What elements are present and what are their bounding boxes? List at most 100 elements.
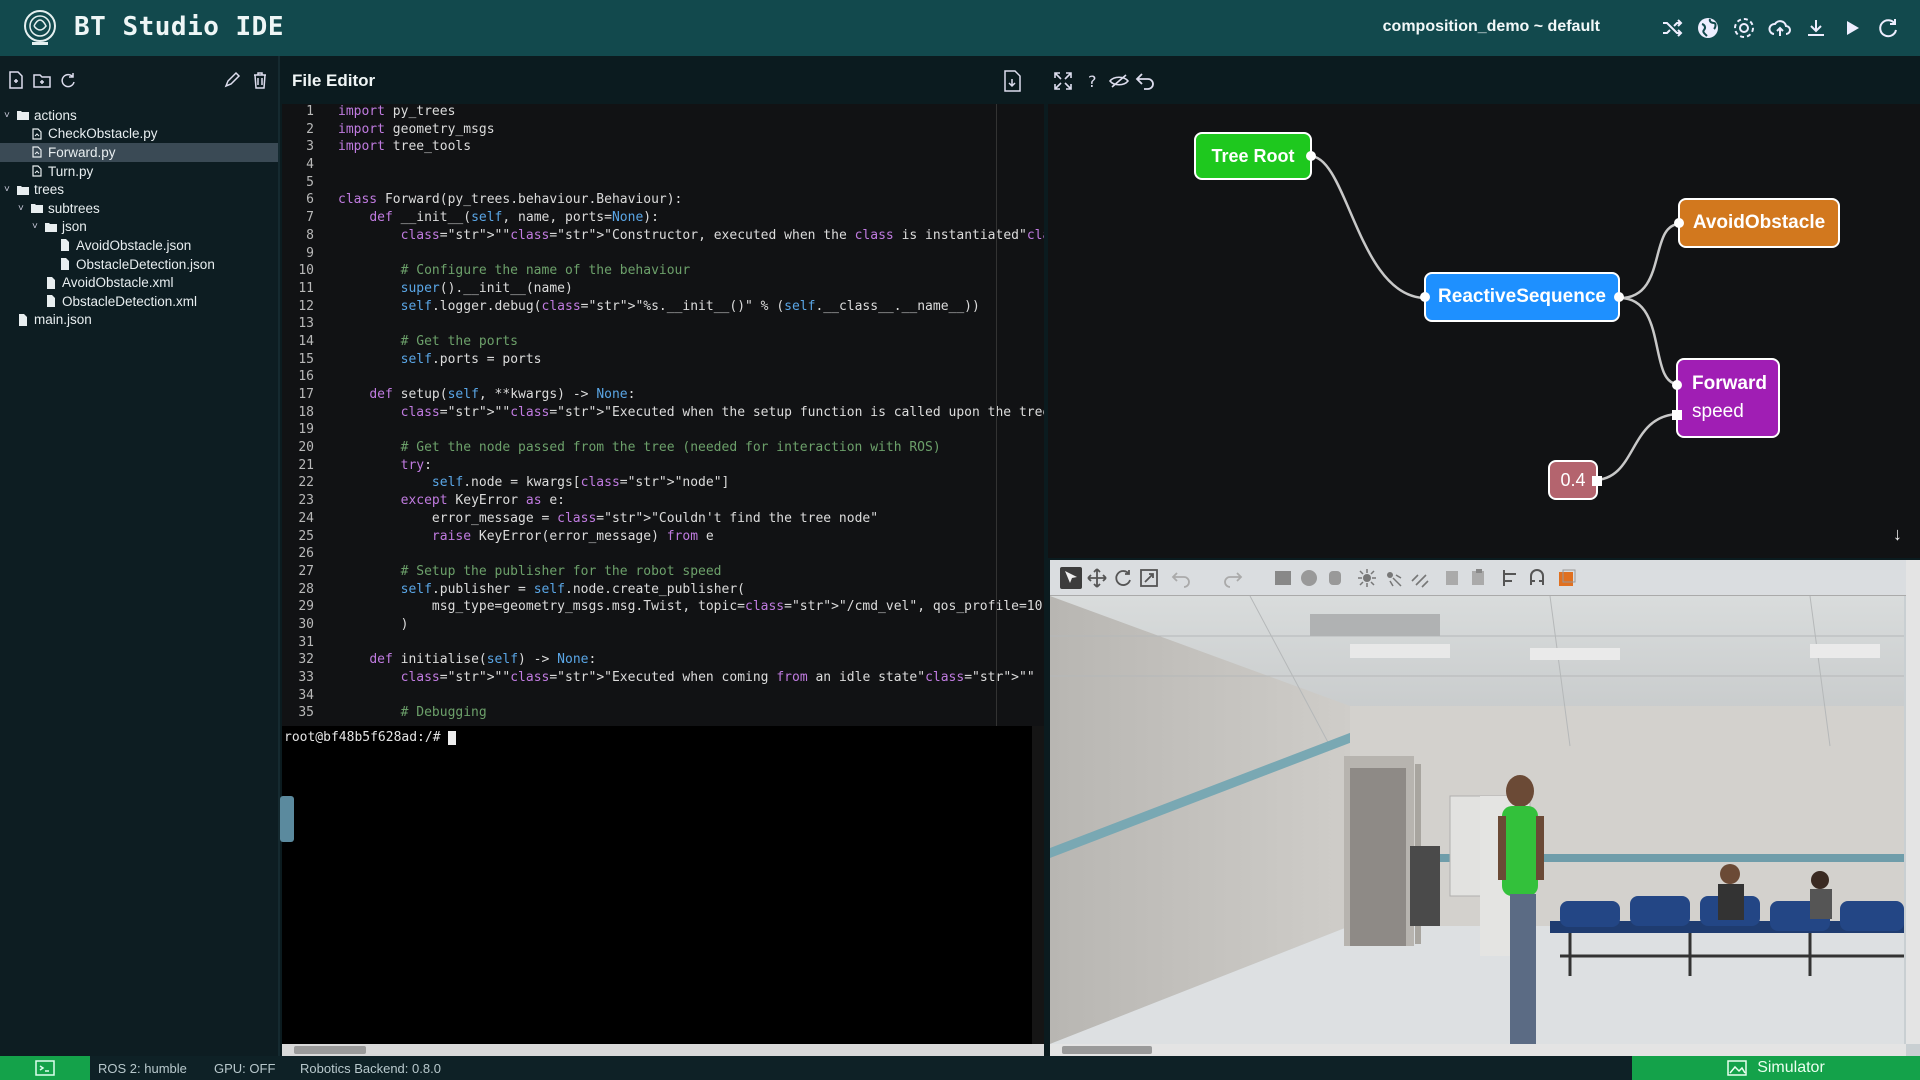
tree-file[interactable]: AvoidObstacle.json [0,236,278,255]
code-line: 12 self.logger.debug(class="str">"%s.__i… [282,299,1044,317]
save-file-icon[interactable] [1002,70,1022,92]
line-number: 6 [306,192,314,208]
avoid-obstacle-input-port[interactable] [1674,218,1684,228]
tree-file[interactable]: Turn.py [0,162,278,181]
line-number: 21 [298,457,314,473]
code-line: 1 import py_trees [282,104,1044,122]
box-shape-icon[interactable] [1272,567,1294,589]
scrollbar-thumb[interactable] [294,1046,366,1054]
rename-icon[interactable] [222,70,242,90]
new-folder-icon[interactable] [32,70,52,90]
editor-titlebar: File Editor [282,56,1044,104]
point-light-icon[interactable] [1356,567,1378,589]
line-number: 10 [298,263,314,279]
image-icon [1727,1060,1747,1076]
help-icon[interactable]: ? [1082,70,1104,92]
spot-light-icon[interactable] [1382,567,1404,589]
hide-icon[interactable] [1108,70,1130,92]
tree-root-output-port[interactable] [1306,151,1316,161]
globe-icon[interactable] [1696,12,1720,44]
project-name[interactable]: composition_demo ~ default [1383,18,1600,36]
simulator-vertical-scrollbar[interactable] [1906,560,1920,1044]
code-editor[interactable]: 1 import py_trees 2 import geometry_msgs 3 im… [282,104,1044,726]
chevron-down-icon: ˅ [4,184,10,196]
sphere-shape-icon[interactable] [1298,567,1320,589]
tree-root-node[interactable]: Tree Root [1194,132,1316,180]
app-title: BT Studio IDE [74,12,284,42]
forward-node[interactable]: Forward speed [1672,358,1780,438]
delete-icon[interactable] [250,70,270,90]
terminal-horizontal-scrollbar[interactable] [282,1044,1044,1056]
tree-folder[interactable]: ˅ trees [0,180,278,199]
download-icon[interactable] [1804,12,1828,44]
avoid-obstacle-label: AvoidObstacle [1692,212,1826,233]
file-icon [44,294,58,308]
rotate-mode-icon[interactable] [1112,567,1134,589]
code-line: 24 error_message = class="str">"Couldn't… [282,511,1044,529]
forward-input-port[interactable] [1672,380,1682,390]
simulator-horizontal-scrollbar[interactable] [1050,1044,1906,1056]
sequence-output-port[interactable] [1614,292,1624,302]
terminal-collapse-handle[interactable] [280,796,294,842]
code-line: 13 [282,316,1044,334]
behavior-tree-canvas[interactable]: Tree Root ReactiveSequence AvoidObstacle… [1048,104,1920,558]
terminal-toggle-button[interactable] [0,1056,90,1080]
tree-file[interactable]: Forward.py [0,143,278,162]
tree-file[interactable]: ObstacleDetection.json [0,255,278,274]
scrollbar-thumb[interactable] [1062,1046,1152,1054]
terminal[interactable]: root@bf48b5f628ad:/# [280,726,1044,1046]
refresh-icon[interactable] [1876,12,1900,44]
copy-icon[interactable] [1442,567,1464,589]
code-text: # Get the ports [338,333,519,349]
arrow-down-icon[interactable]: ↓ [1893,524,1902,545]
tree-item-label: ObstacleDetection.xml [62,293,198,309]
return-icon[interactable] [1134,70,1156,92]
code-text: # Setup the publisher for the robot spee… [338,563,722,579]
code-line: 16 [282,369,1044,387]
code-line: 5 [282,175,1044,193]
simulator-toggle-button[interactable]: Simulator [1632,1056,1920,1080]
code-text: ) [338,616,409,632]
cloud-upload-icon[interactable] [1768,12,1792,44]
cylinder-shape-icon[interactable] [1324,567,1346,589]
select-mode-icon[interactable] [1060,567,1082,589]
directional-light-icon[interactable] [1408,567,1430,589]
line-number: 7 [306,210,314,226]
snap-icon[interactable] [1526,567,1548,589]
new-file-icon[interactable] [6,70,26,90]
speed-input-port[interactable] [1672,410,1682,420]
tree-file[interactable]: main.json [0,311,278,330]
sequence-input-port[interactable] [1420,292,1430,302]
code-line: 30 ) [282,617,1044,635]
undo-icon[interactable] [1170,567,1192,589]
redo-icon[interactable] [1222,567,1244,589]
tree-folder[interactable]: ˅ actions [0,106,278,125]
shuffle-icon[interactable] [1660,12,1684,44]
fullscreen-icon[interactable] [1052,70,1074,92]
translate-mode-icon[interactable] [1086,567,1108,589]
simulator-panel[interactable] [1050,560,1920,1056]
view-angle-icon[interactable] [1556,567,1578,589]
line-number: 14 [298,333,314,349]
value-node[interactable]: 0.4 [1548,460,1602,500]
play-icon[interactable] [1840,12,1864,44]
align-icon[interactable] [1500,567,1522,589]
code-line: 20 # Get the node passed from the tree (… [282,440,1044,458]
file-explorer: ˅ actions CheckObstacle.py Forward.py Turn.p… [0,56,280,1056]
refresh-icon[interactable] [58,70,78,90]
settings-icon[interactable] [1732,12,1756,44]
tree-folder[interactable]: ˅ subtrees [0,199,278,218]
reactive-sequence-node[interactable]: ReactiveSequence [1420,272,1624,322]
tree-folder[interactable]: ˅ json [0,218,278,237]
simulation-3d-view[interactable] [1050,595,1904,1044]
paste-icon[interactable] [1468,567,1490,589]
scale-mode-icon[interactable] [1138,567,1160,589]
value-output-port[interactable] [1592,476,1602,486]
terminal-vertical-scrollbar[interactable] [1032,726,1044,1044]
tree-file[interactable]: AvoidObstacle.xml [0,273,278,292]
tree-file[interactable]: ObstacleDetection.xml [0,292,278,311]
avoid-obstacle-node[interactable]: AvoidObstacle [1674,198,1840,248]
tree-file[interactable]: CheckObstacle.py [0,125,278,144]
